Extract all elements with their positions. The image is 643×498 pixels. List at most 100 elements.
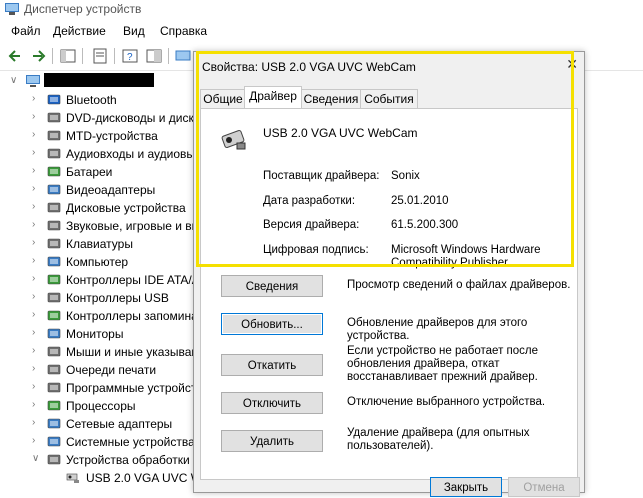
tree-item-label: Контроллеры запоминающих устройств [66,309,195,323]
highlight-frame [196,51,574,267]
sound-icon [47,220,61,231]
chevron-right-icon[interactable]: › [32,147,42,158]
tree-item-label: Мыши и иные указывающие устройства [66,345,195,359]
update-driver-button[interactable]: Обновить... [221,313,323,335]
tree-item-label: Контроллеры IDE ATA/ATAPI [66,273,195,287]
properties-pane-icon[interactable] [58,46,78,66]
chevron-down-icon[interactable]: ∨ [32,453,42,464]
menu-action[interactable]: Действие [53,24,106,38]
network-adapter-icon [47,418,61,429]
dvd-drive-icon [47,112,61,123]
audio-icon [47,148,61,159]
properties-icon[interactable] [90,46,110,66]
tree-item[interactable]: › Компьютер [0,253,195,271]
chevron-right-icon[interactable]: › [32,255,42,266]
tree-item[interactable]: › Звуковые, игровые и видеоустройства [0,217,195,235]
scan-hardware-icon[interactable] [174,46,194,66]
tree-item[interactable]: › Программные устройства [0,379,195,397]
tree-item[interactable]: › Контроллеры запоминающих устройств [0,307,195,325]
menu-help[interactable]: Справка [160,24,207,38]
menu-bar: Файл Действие Вид Справка [0,20,643,42]
help-icon[interactable]: ? [120,46,140,66]
disable-description: Отключение выбранного устройства. [347,396,546,408]
chevron-right-icon[interactable]: › [32,363,42,374]
mouse-icon [47,346,61,357]
monitor-icon [47,328,61,339]
cancel-button[interactable]: Отмена [508,477,580,497]
disk-drive-icon [47,202,61,213]
chevron-right-icon[interactable]: › [32,183,42,194]
menu-view[interactable]: Вид [123,24,145,38]
tree-item[interactable]: › DVD-дисководы и диски [0,109,195,127]
chevron-right-icon[interactable]: › [32,219,42,230]
webcam-icon [66,473,79,483]
tree-item[interactable]: › Контроллеры IDE ATA/ATAPI [0,271,195,289]
tree-item[interactable]: › Аудиовходы и аудиовыходы [0,145,195,163]
tree-item[interactable]: › Процессоры [0,397,195,415]
chevron-down-icon[interactable]: ∨ [10,75,20,86]
tree-item[interactable]: › Контроллеры USB [0,289,195,307]
chevron-right-icon[interactable]: › [32,201,42,212]
bluetooth-icon [47,94,61,105]
tree-item[interactable]: › Дисковые устройства [0,199,195,217]
storage-controller-icon [47,310,61,321]
details-button[interactable]: Сведения [221,275,323,297]
chevron-right-icon[interactable]: › [32,129,42,140]
chevron-right-icon[interactable]: › [32,345,42,356]
battery-icon [47,166,61,177]
tree-item[interactable]: › Клавиатуры [0,235,195,253]
tree-item[interactable]: › Сетевые адаптеры [0,415,195,433]
chevron-right-icon[interactable]: › [32,165,42,176]
close-button[interactable]: Закрыть [430,477,502,497]
chevron-right-icon[interactable]: › [32,273,42,284]
disable-button[interactable]: Отключить [221,392,323,414]
print-queue-icon [47,364,61,375]
tree-item-label: Очереди печати [66,363,157,377]
uninstall-description: Удаление драйвера (для опытных пользоват… [347,427,530,452]
tree-item-label: Звуковые, игровые и видеоустройства [66,219,195,233]
chevron-right-icon[interactable]: › [32,381,42,392]
tree-item-label: Процессоры [66,399,136,413]
tree-item[interactable]: › Системные устройства [0,433,195,451]
tree-item-label: Bluetooth [66,93,117,107]
tree-item[interactable]: › Видеоадаптеры [0,181,195,199]
tree-item-label: Видеоадаптеры [66,183,156,197]
rollback-button[interactable]: Откатить [221,354,323,376]
tree-item-webcam[interactable]: USB 2.0 VGA UVC WebCam [0,469,195,487]
menu-file[interactable]: Файл [11,24,41,38]
hostname-redacted [44,73,154,87]
uninstall-button[interactable]: Удалить [221,430,323,452]
tree-item[interactable]: › Мониторы [0,325,195,343]
tree-item-label: Контроллеры USB [66,291,169,305]
chevron-right-icon[interactable]: › [32,435,42,446]
chevron-right-icon[interactable]: › [32,291,42,302]
tree-item-label: Дисковые устройства [66,201,186,215]
window-titlebar: Диспетчер устройств [0,0,643,20]
software-device-icon [47,382,61,393]
tree-item[interactable]: › Батареи [0,163,195,181]
tree-item[interactable]: ∨ Устройства обработки изображений [0,451,195,469]
chevron-right-icon[interactable]: › [32,93,42,104]
tree-item[interactable]: › Очереди печати [0,361,195,379]
back-arrow-icon[interactable] [6,46,26,66]
tree-item[interactable]: › Мыши и иные указывающие устройства [0,343,195,361]
chevron-right-icon[interactable]: › [32,327,42,338]
forward-arrow-icon[interactable] [28,46,48,66]
tree-item[interactable]: › Bluetooth [0,91,195,109]
system-device-icon [47,436,61,447]
chevron-right-icon[interactable]: › [32,417,42,428]
update-description: Обновление драйверов для этого устройств… [347,317,528,342]
computer-icon [47,256,61,267]
tree-item[interactable]: › MTD-устройства [0,127,195,145]
chevron-right-icon[interactable]: › [32,237,42,248]
chevron-right-icon[interactable]: › [32,399,42,410]
panel-icon[interactable] [144,46,164,66]
chevron-right-icon[interactable]: › [32,309,42,320]
rollback-description: Если устройство не работает после обновл… [347,345,539,383]
tree-item-label: Клавиатуры [66,237,133,251]
device-manager-icon [5,3,19,15]
mtd-device-icon [47,130,61,141]
usb-controller-icon [47,292,61,303]
chevron-right-icon[interactable]: › [32,111,42,122]
computer-icon [26,75,40,87]
